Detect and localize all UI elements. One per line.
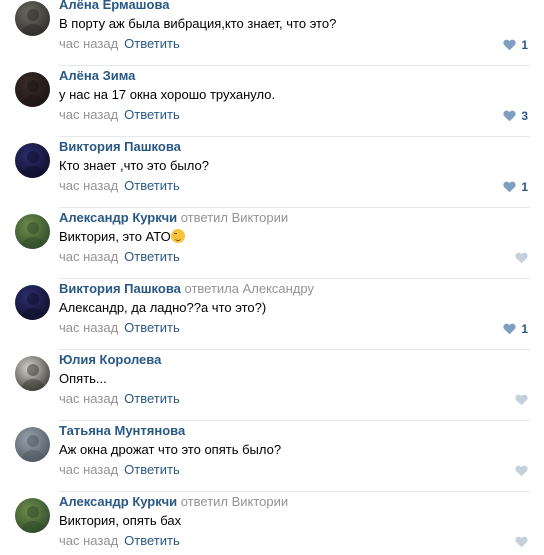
- comment-meta: час назад Ответить: [59, 320, 180, 335]
- reply-link[interactable]: Ответить: [124, 107, 180, 122]
- avatar[interactable]: [15, 1, 50, 36]
- reply-link[interactable]: Ответить: [124, 533, 180, 548]
- comment-header: Татьяна Мунтянова: [59, 423, 185, 438]
- comment-meta: час назад Ответить: [59, 36, 180, 51]
- author-name-link[interactable]: Юлия Королева: [59, 352, 161, 367]
- author-name-link[interactable]: Алёна Ермашова: [59, 0, 170, 12]
- heart-icon: [515, 252, 528, 264]
- comment-text: Александр, да ладно??а что это?): [59, 300, 266, 315]
- comment-header: Александр Куркчи ответил Виктории: [59, 210, 288, 225]
- timestamp-link[interactable]: час назад: [59, 320, 118, 335]
- comment-text-content: Опять...: [59, 371, 107, 386]
- comment-header: Алёна Зима: [59, 68, 135, 83]
- timestamp-link[interactable]: час назад: [59, 107, 118, 122]
- like-button[interactable]: 1: [503, 321, 528, 337]
- heart-icon: [515, 536, 528, 548]
- heart-icon: [503, 110, 516, 122]
- comment-item: Татьяна Мунтянова Аж окна дрожат что это …: [0, 421, 544, 492]
- comment-header: Юлия Королева: [59, 352, 161, 367]
- reply-link[interactable]: Ответить: [124, 36, 180, 51]
- like-button[interactable]: [515, 463, 528, 479]
- comment-text-content: Александр, да ладно??а что это?): [59, 300, 267, 315]
- comment-text-content: у нас на 17 окна хорошо трухануло.: [59, 87, 276, 102]
- author-name-link[interactable]: Виктория Пашкова: [59, 281, 181, 296]
- comment-item: Алёна Зима у нас на 17 окна хорошо трухан…: [0, 66, 544, 137]
- comment-item: Алёна Ермашова В порту аж была вибрация,к…: [0, 0, 544, 66]
- timestamp-link[interactable]: час назад: [59, 249, 118, 264]
- comment-text: Аж окна дрожат что это опять было?: [59, 442, 281, 457]
- author-name-link[interactable]: Алёна Зима: [59, 68, 135, 83]
- comment-meta: час назад Ответить: [59, 249, 180, 264]
- like-count: 1: [521, 38, 528, 52]
- author-name-link[interactable]: Татьяна Мунтянова: [59, 423, 185, 438]
- comment-text-content: В порту аж была вибрация,кто знает, что …: [59, 16, 337, 31]
- comment-text-content: Аж окна дрожат что это опять было?: [59, 442, 282, 457]
- heart-icon: [503, 323, 516, 335]
- like-count: 3: [521, 109, 528, 123]
- comment-text-content: Виктория, это АТО: [59, 229, 171, 244]
- comment-header: Алёна Ермашова: [59, 0, 170, 12]
- reply-to-label: ответил Виктории: [177, 210, 289, 225]
- comment-text: Кто знает ,что это было?: [59, 158, 209, 173]
- reply-link[interactable]: Ответить: [124, 391, 180, 406]
- heart-icon: [515, 465, 528, 477]
- comment-meta: час назад Ответить: [59, 462, 180, 477]
- reply-link[interactable]: Ответить: [124, 249, 180, 264]
- timestamp-link[interactable]: час назад: [59, 391, 118, 406]
- like-button[interactable]: [515, 534, 528, 550]
- like-button[interactable]: 3: [503, 108, 528, 124]
- avatar[interactable]: [15, 143, 50, 178]
- heart-icon: [503, 39, 516, 51]
- comment-text-content: Кто знает ,что это было?: [59, 158, 209, 173]
- comment-item: Виктория Пашкова ответила Александру Алек…: [0, 279, 544, 350]
- avatar[interactable]: [15, 427, 50, 462]
- like-button[interactable]: 1: [503, 37, 528, 53]
- avatar[interactable]: [15, 285, 50, 320]
- heart-icon: [515, 394, 528, 406]
- comment-header: Виктория Пашкова: [59, 139, 181, 154]
- avatar[interactable]: [15, 72, 50, 107]
- comment-item: Виктория Пашкова Кто знает ,что это было?…: [0, 137, 544, 208]
- reply-to-label: ответила Александру: [180, 281, 315, 296]
- like-button[interactable]: [515, 250, 528, 266]
- comment-item: Александр Куркчи ответил Виктории Виктори…: [0, 492, 544, 555]
- comment-text: Опять...: [59, 371, 107, 386]
- comment-header: Виктория Пашкова ответила Александру: [59, 281, 314, 296]
- comment-text: Виктория, это АТО: [59, 229, 185, 244]
- like-button[interactable]: 1: [503, 179, 528, 195]
- comment-text: у нас на 17 окна хорошо трухануло.: [59, 87, 275, 102]
- timestamp-link[interactable]: час назад: [59, 178, 118, 193]
- reply-link[interactable]: Ответить: [124, 462, 180, 477]
- reply-link[interactable]: Ответить: [124, 320, 180, 335]
- timestamp-link[interactable]: час назад: [59, 533, 118, 548]
- comment-meta: час назад Ответить: [59, 391, 180, 406]
- comment-meta: час назад Ответить: [59, 178, 180, 193]
- comment-header: Александр Куркчи ответил Виктории: [59, 494, 288, 509]
- author-name-link[interactable]: Александр Куркчи: [59, 494, 177, 509]
- timestamp-link[interactable]: час назад: [59, 36, 118, 51]
- like-button[interactable]: [515, 392, 528, 408]
- comment-text: В порту аж была вибрация,кто знает, что …: [59, 16, 336, 31]
- avatar[interactable]: [15, 356, 50, 391]
- author-name-link[interactable]: Виктория Пашкова: [59, 139, 181, 154]
- comment-meta: час назад Ответить: [59, 107, 180, 122]
- reply-to-label: ответил Виктории: [177, 494, 289, 509]
- reply-link[interactable]: Ответить: [124, 178, 180, 193]
- comment-item: Александр Куркчи ответил Виктории Виктори…: [0, 208, 544, 279]
- heart-icon: [503, 181, 516, 193]
- comment-item: Юлия Королева Опять... час назад Ответить: [0, 350, 544, 421]
- winking-face-emoji-icon: [170, 229, 185, 243]
- comment-meta: час назад Ответить: [59, 533, 180, 548]
- comment-text: Виктория, опять бах: [59, 513, 181, 528]
- like-count: 1: [521, 322, 528, 336]
- comment-text-content: Виктория, опять бах: [59, 513, 182, 528]
- avatar[interactable]: [15, 498, 50, 533]
- author-name-link[interactable]: Александр Куркчи: [59, 210, 177, 225]
- timestamp-link[interactable]: час назад: [59, 462, 118, 477]
- like-count: 1: [521, 180, 528, 194]
- avatar[interactable]: [15, 214, 50, 249]
